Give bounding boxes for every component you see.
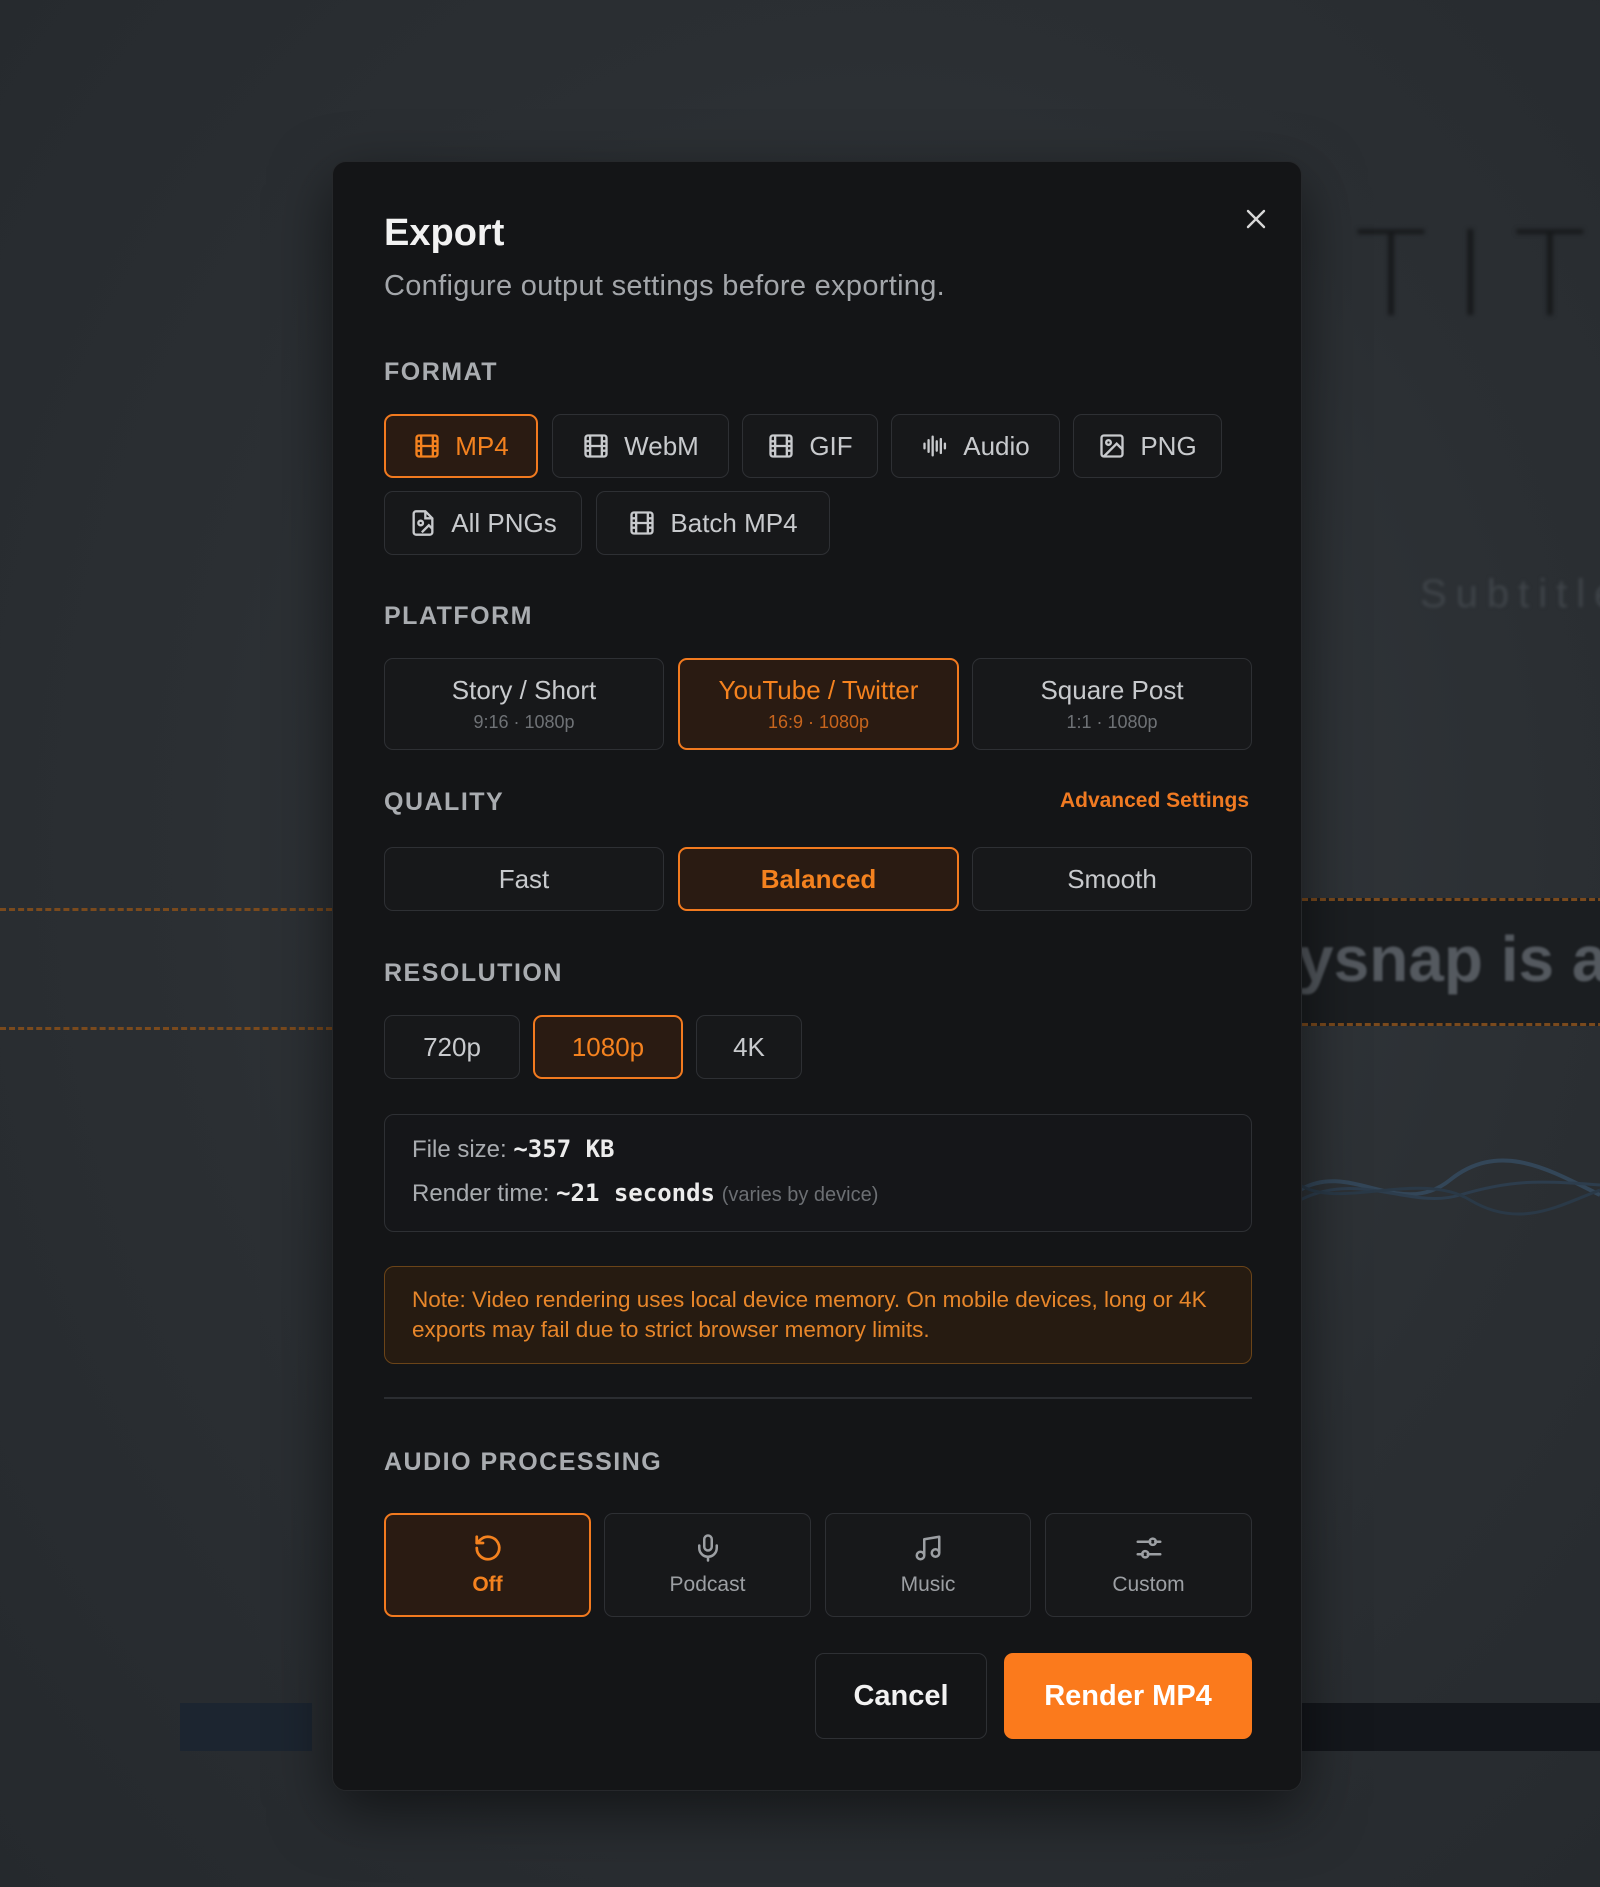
platform-section-label: PLATFORM [384, 602, 534, 630]
guide-line-bottom [0, 1027, 332, 1030]
format-option-label: All PNGs [451, 507, 557, 538]
close-icon [1246, 209, 1266, 229]
resolution-option-4k[interactable]: 4K [696, 1015, 802, 1079]
audio-option-music[interactable]: Music [825, 1513, 1031, 1617]
platform-option-story-short[interactable]: Story / Short 9:16 · 1080p [384, 658, 664, 750]
music-note-icon [915, 1535, 941, 1561]
platform-option-label: Square Post [1040, 675, 1184, 705]
render-time-label: Render time: [412, 1180, 550, 1207]
audio-waveform-icon [923, 435, 947, 457]
canvas-subtitle-text: Subtitle [1420, 572, 1600, 616]
film-icon [769, 434, 793, 458]
film-icon [415, 434, 439, 458]
resolution-option-720p[interactable]: 720p [384, 1015, 520, 1079]
platform-option-label: Story / Short [451, 675, 597, 705]
image-icon [1100, 434, 1124, 458]
platform-option-label: YouTube / Twitter [718, 675, 919, 705]
format-option-label: GIF [809, 430, 853, 461]
section-divider [384, 1397, 1252, 1399]
format-option-all-pngs[interactable]: All PNGs [384, 491, 582, 555]
resolution-section-label: RESOLUTION [384, 959, 563, 987]
audio-option-off[interactable]: Off [384, 1513, 591, 1617]
format-option-audio[interactable]: Audio [891, 414, 1060, 478]
file-size-row: File size: ~357 KB [412, 1135, 615, 1164]
audio-option-custom[interactable]: Custom [1045, 1513, 1252, 1617]
sliders-icon [1136, 1537, 1161, 1559]
format-option-batch-mp4[interactable]: Batch MP4 [596, 491, 830, 555]
format-section-label: FORMAT [384, 358, 499, 386]
waveform-graphic [1300, 1158, 1600, 1216]
audio-option-podcast[interactable]: Podcast [604, 1513, 811, 1617]
quality-option-label: Smooth [1067, 863, 1157, 894]
resolution-option-label: 1080p [571, 1031, 645, 1062]
format-option-label: WebM [624, 430, 699, 461]
format-option-mp4[interactable]: MP4 [384, 414, 538, 478]
quality-option-label: Fast [498, 863, 550, 894]
resolution-option-label: 4K [733, 1031, 765, 1062]
quality-option-label: Balanced [760, 863, 877, 894]
dialog-subtitle: Configure output settings before exporti… [384, 270, 946, 302]
advanced-settings-link[interactable]: Advanced Settings [1060, 789, 1249, 813]
export-estimate-box: File size: ~357 KB Render time: ~21 seco… [384, 1114, 1252, 1232]
format-option-label: PNG [1140, 430, 1197, 461]
platform-option-spec: 1:1 · 1080p [1066, 712, 1158, 732]
export-dialog: Export Configure output settings before … [332, 161, 1302, 1791]
timeline-bar [180, 1703, 312, 1751]
format-option-label: Audio [963, 430, 1030, 461]
audio-option-label: Podcast [669, 1573, 746, 1596]
quality-option-smooth[interactable]: Smooth [972, 847, 1252, 911]
format-option-png[interactable]: PNG [1073, 414, 1222, 478]
dialog-title: Export [384, 212, 505, 254]
timeline-bar [1302, 1703, 1600, 1751]
format-option-label: MP4 [455, 430, 509, 461]
quality-option-fast[interactable]: Fast [384, 847, 664, 911]
render-button[interactable]: Render MP4 [1004, 1653, 1252, 1739]
film-icon [584, 434, 608, 458]
film-icon [630, 511, 655, 535]
quality-option-balanced[interactable]: Balanced [678, 847, 959, 911]
platform-option-spec: 16:9 · 1080p [767, 712, 870, 732]
platform-option-youtube-twitter[interactable]: YouTube / Twitter 16:9 · 1080p [678, 658, 959, 750]
memory-warning-note: Note: Video rendering uses local device … [384, 1266, 1252, 1364]
close-button[interactable] [1233, 196, 1279, 242]
resolution-option-label: 720p [423, 1031, 481, 1062]
resolution-option-1080p[interactable]: 1080p [533, 1015, 683, 1079]
audio-option-label: Off [472, 1573, 503, 1596]
file-size-label: File size: [412, 1136, 507, 1163]
platform-option-square-post[interactable]: Square Post 1:1 · 1080p [972, 658, 1252, 750]
render-time-value: ~21 seconds [556, 1179, 716, 1207]
audio-option-label: Music [900, 1573, 956, 1596]
canvas-title-text: TITL [1355, 205, 1600, 343]
reset-icon [474, 1535, 501, 1561]
format-option-webm[interactable]: WebM [552, 414, 729, 478]
file-image-icon [412, 510, 434, 536]
file-size-value: ~357 KB [513, 1135, 615, 1163]
guide-line-top [0, 908, 332, 911]
audio-processing-section-label: AUDIO PROCESSING [384, 1448, 663, 1476]
platform-option-spec: 9:16 · 1080p [473, 712, 575, 732]
quality-section-label: QUALITY [384, 788, 505, 816]
microphone-icon [697, 1534, 718, 1562]
caption-text: ysnap is a [1298, 923, 1600, 995]
audio-option-label: Custom [1112, 1573, 1185, 1596]
format-option-label: Batch MP4 [670, 507, 798, 538]
render-time-row: Render time: ~21 seconds (varies by devi… [412, 1179, 878, 1208]
cancel-button[interactable]: Cancel [815, 1653, 987, 1739]
format-option-gif[interactable]: GIF [742, 414, 878, 478]
render-time-note: (varies by device) [721, 1184, 879, 1206]
